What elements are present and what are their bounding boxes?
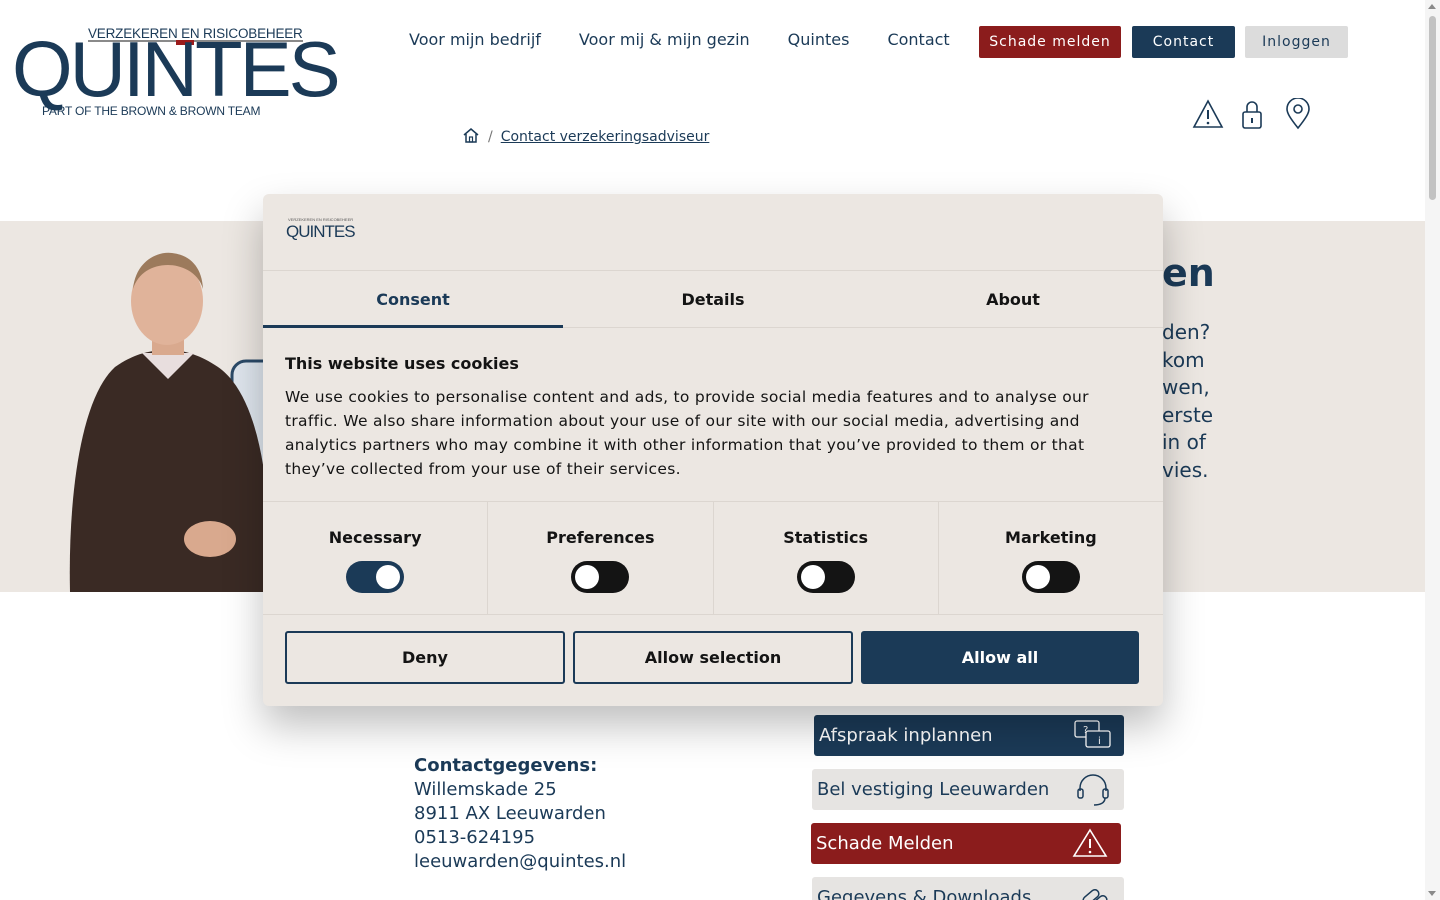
- tab-details[interactable]: Details: [563, 271, 863, 327]
- action-list: Afspraak inplannen ? i Bel vestiging Leeu…: [811, 715, 1124, 900]
- contact-city: 8911 AX Leeuwarden: [414, 803, 606, 824]
- nav-item-bedrijf[interactable]: Voor mijn bedrijf: [409, 30, 541, 49]
- toggle-group-marketing: Marketing: [939, 502, 1163, 614]
- main-nav: Voor mijn bedrijf Voor mij & mijn gezin …: [409, 30, 950, 49]
- page-scrollbar[interactable]: [1425, 0, 1440, 900]
- scrollbar-thumb[interactable]: [1429, 16, 1436, 200]
- nav-item-contact[interactable]: Contact: [887, 30, 949, 49]
- preferences-toggle[interactable]: [571, 561, 630, 593]
- chat-info-icon: ? i: [1074, 719, 1112, 753]
- svg-text:i: i: [1098, 736, 1101, 747]
- dialog-buttons: Deny Allow selection Allow all: [285, 631, 1139, 684]
- nav-item-gezin[interactable]: Voor mij & mijn gezin: [579, 30, 750, 49]
- breadcrumb-current-link[interactable]: Contact verzekeringsadviseur: [501, 129, 710, 145]
- cookie-consent-dialog: VERZEKEREN EN RISICOBEHEER QUINTES Conse…: [263, 194, 1163, 706]
- tab-about[interactable]: About: [863, 271, 1163, 327]
- toggle-group-statistics: Statistics: [714, 502, 939, 614]
- deny-button[interactable]: Deny: [285, 631, 565, 684]
- breadcrumb: / Contact verzekeringsadviseur: [462, 127, 709, 147]
- dialog-tabs: Consent Details About: [263, 270, 1163, 328]
- headset-icon: [1074, 773, 1112, 807]
- link-icon: [1074, 881, 1112, 900]
- toggle-label: Statistics: [783, 528, 868, 547]
- advisor-photo: [60, 249, 294, 592]
- contact-street: Willemskade 25: [414, 779, 557, 800]
- dialog-description: We use cookies to personalise content an…: [285, 388, 1089, 478]
- schade-melden-button[interactable]: Schade melden: [979, 26, 1121, 58]
- warning-icon[interactable]: [1192, 98, 1224, 132]
- login-button[interactable]: Inloggen: [1245, 26, 1348, 58]
- bel-vestiging-button[interactable]: Bel vestiging Leeuwarden: [812, 769, 1124, 810]
- header-icon-group: [1192, 97, 1314, 132]
- gegevens-downloads-button[interactable]: Gegevens & Downloads: [812, 877, 1124, 900]
- nav-item-quintes[interactable]: Quintes: [788, 30, 850, 49]
- cookie-category-toggles: Necessary Preferences Statistics Marketi…: [263, 501, 1163, 615]
- scroll-up-arrow-icon[interactable]: [1428, 4, 1436, 9]
- contact-details: Contactgegevens: Willemskade 25 8911 AX …: [414, 754, 626, 874]
- tab-consent[interactable]: Consent: [263, 271, 563, 328]
- location-pin-icon[interactable]: [1284, 97, 1314, 132]
- schade-melden-action-button[interactable]: Schade Melden: [811, 823, 1121, 864]
- contact-button[interactable]: Contact: [1132, 26, 1235, 58]
- hero-title: en: [1162, 251, 1215, 295]
- contact-email[interactable]: leeuwarden@quintes.nl: [414, 850, 626, 874]
- logo-tagline-bottom: PART OF THE BROWN & BROWN TEAM: [42, 104, 261, 118]
- hero-text: den? kom wen, erste in of vies.: [1162, 320, 1214, 482]
- toggle-label: Necessary: [328, 528, 422, 547]
- quintes-logo[interactable]: VERZEKEREN EN RISICOBEHEER QUINTES PART …: [12, 26, 341, 120]
- contact-title: Contactgegevens:: [414, 755, 598, 776]
- toggle-group-preferences: Preferences: [488, 502, 714, 614]
- toggle-group-necessary: Necessary: [263, 502, 489, 614]
- marketing-toggle[interactable]: [1021, 561, 1080, 593]
- contact-phone[interactable]: 0513-624195: [414, 826, 626, 850]
- home-icon[interactable]: [462, 127, 480, 147]
- allow-all-button[interactable]: Allow all: [861, 631, 1139, 684]
- dialog-heading: This website uses cookies: [285, 354, 519, 373]
- necessary-toggle[interactable]: [346, 561, 405, 593]
- lock-icon[interactable]: [1238, 98, 1268, 132]
- warning-icon: [1071, 827, 1109, 861]
- scroll-down-arrow-icon[interactable]: [1428, 891, 1436, 896]
- dialog-body: This website uses cookies We use cookies…: [285, 354, 1115, 481]
- logo-wordmark: QUINTES: [12, 25, 341, 113]
- afspraak-inplannen-button[interactable]: Afspraak inplannen ? i: [814, 715, 1124, 756]
- allow-selection-button[interactable]: Allow selection: [573, 631, 853, 684]
- statistics-toggle[interactable]: [796, 561, 855, 593]
- toggle-label: Preferences: [546, 528, 655, 547]
- toggle-label: Marketing: [1005, 528, 1097, 547]
- breadcrumb-separator: /: [488, 129, 493, 145]
- dialog-logo: VERZEKEREN EN RISICOBEHEER QUINTES: [286, 217, 356, 241]
